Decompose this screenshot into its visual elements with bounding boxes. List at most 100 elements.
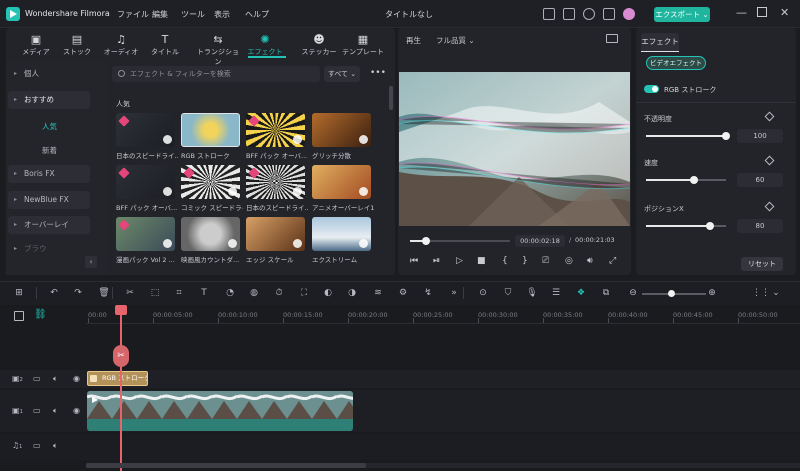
download-icon[interactable]	[228, 187, 237, 196]
effect-thumbnail[interactable]	[181, 217, 240, 251]
sidebar-item-overlay[interactable]: オーバーレイ	[8, 216, 90, 234]
sidebar-item-recommended[interactable]: おすすめ	[8, 91, 90, 109]
link-icon[interactable]: ⛓	[34, 309, 47, 320]
menu-tools[interactable]: ツール	[181, 9, 205, 20]
shield-icon[interactable]: ⛉	[502, 287, 514, 299]
display-icon[interactable]: ⎚	[542, 256, 549, 266]
download-icon[interactable]	[359, 239, 368, 248]
freeze-icon[interactable]: ⛶	[298, 287, 310, 299]
select-icon[interactable]: ⬚	[149, 287, 161, 299]
param-slider[interactable]	[646, 176, 726, 184]
effect-thumbnail[interactable]	[181, 165, 240, 199]
sidebar-item-newblue[interactable]: NewBlue FX	[8, 191, 90, 209]
stabilize-icon[interactable]: ↯	[422, 287, 434, 299]
effect-thumbnail[interactable]	[246, 113, 305, 147]
sidebar-sub-popular[interactable]: 人気	[42, 121, 57, 132]
collapse-sidebar-icon[interactable]: ‹	[85, 256, 97, 268]
delete-icon[interactable]: 🗑︎	[98, 287, 110, 299]
ai-icon[interactable]: ◑	[346, 287, 358, 299]
effect-thumbnail[interactable]	[312, 217, 371, 251]
menu-help[interactable]: ヘルプ	[245, 9, 269, 20]
gift-icon[interactable]	[603, 8, 615, 20]
sidebar-sub-new[interactable]: 新着	[42, 145, 57, 156]
effect-thumbnail[interactable]	[181, 113, 240, 147]
speaker-icon[interactable]: 🔈︎	[53, 441, 58, 451]
filter-dropdown[interactable]: すべて ⌄	[324, 66, 360, 82]
timeline-scroll-thumb[interactable]	[86, 463, 366, 468]
minimize-icon[interactable]: —	[736, 6, 747, 19]
folder-icon[interactable]: ▭	[33, 374, 41, 383]
playhead-handle[interactable]	[115, 305, 127, 315]
speed-icon[interactable]: ◔	[224, 287, 236, 299]
zoom-handle[interactable]	[668, 290, 675, 297]
more-options-icon[interactable]: •••	[370, 68, 386, 78]
add-track-icon[interactable]	[14, 311, 24, 321]
effect-thumbnail[interactable]	[312, 113, 371, 147]
cloud-upload-icon[interactable]	[583, 8, 595, 20]
effect-thumbnail[interactable]	[116, 217, 175, 251]
snap-icon[interactable]: ❖	[575, 287, 587, 299]
chevron-down-icon[interactable]: ⌄	[770, 287, 782, 299]
snapshot-camera-icon[interactable]: ◎	[565, 256, 573, 266]
layout-icon[interactable]: ⊞	[13, 287, 25, 299]
avatar[interactable]	[623, 8, 635, 20]
export-button[interactable]: エクスポート ⌄	[654, 7, 710, 22]
fullscreen-icon[interactable]: ⤢	[609, 256, 616, 266]
tab-sticker[interactable]: ☻ ステッカー	[297, 33, 341, 57]
library-scrollbar[interactable]	[389, 86, 393, 110]
mask-icon[interactable]: ◐	[322, 287, 334, 299]
mark-in-icon[interactable]: {	[502, 256, 508, 266]
param-value-input[interactable]: 80	[737, 219, 783, 233]
settings-icon[interactable]: ⚙︎	[397, 287, 409, 299]
effect-thumbnail[interactable]	[246, 217, 305, 251]
download-icon[interactable]	[293, 239, 302, 248]
close-icon[interactable]: ✕	[780, 6, 789, 19]
tab-media[interactable]: ▣ メディア	[14, 33, 58, 57]
mic-icon[interactable]: 🎙︎	[526, 287, 538, 299]
maximize-icon[interactable]	[757, 7, 767, 17]
video-effect-chip[interactable]: ビデオエフェクト	[646, 56, 706, 70]
eye-icon[interactable]: ◉	[73, 374, 80, 383]
search-input[interactable]: エフェクト & フィルターを検索	[112, 66, 320, 82]
param-slider[interactable]	[646, 132, 730, 140]
eye-icon[interactable]: ◉	[73, 406, 80, 415]
audio-icon[interactable]: ≋	[372, 287, 384, 299]
download-icon[interactable]	[359, 135, 368, 144]
folder-icon[interactable]: ▭	[33, 441, 41, 450]
tab-effects[interactable]: エフェクト	[641, 33, 679, 51]
speaker-icon[interactable]: 🔈︎	[53, 374, 58, 384]
more-tools-icon[interactable]: »	[448, 287, 460, 299]
zoom-out-icon[interactable]: ⊖	[627, 287, 639, 299]
download-icon[interactable]	[163, 239, 172, 248]
play-icon[interactable]: ▷	[456, 256, 463, 266]
effect-thumbnail[interactable]	[116, 165, 175, 199]
crop-icon[interactable]: ⌗	[173, 287, 185, 299]
monitor-icon[interactable]	[543, 8, 555, 20]
stop-icon[interactable]: ■	[477, 256, 486, 266]
effect-thumbnail[interactable]	[116, 113, 175, 147]
download-icon[interactable]	[359, 187, 368, 196]
volume-icon[interactable]: 🔊︎	[587, 256, 593, 266]
sidebar-item-personal[interactable]: 個人	[8, 65, 90, 83]
menu-view[interactable]: 表示	[214, 9, 230, 20]
playback-handle[interactable]	[422, 237, 430, 245]
param-slider-handle[interactable]	[690, 176, 698, 184]
tab-template[interactable]: ▦ テンプレート	[341, 33, 385, 57]
undo-icon[interactable]: ↶	[48, 287, 60, 299]
tab-effects[interactable]: ✺ エフェクト	[243, 33, 287, 57]
menu-file[interactable]: ファイル	[117, 9, 149, 20]
param-slider-handle[interactable]	[706, 222, 714, 230]
split-scissors-icon[interactable]: ✂	[113, 345, 129, 367]
download-icon[interactable]	[293, 187, 302, 196]
speaker-icon[interactable]: 🔈︎	[53, 406, 58, 416]
effect-thumbnail[interactable]	[246, 165, 305, 199]
cut-icon[interactable]: ✂	[124, 287, 136, 299]
param-slider[interactable]	[646, 222, 726, 230]
folder-icon[interactable]: ▭	[33, 406, 41, 415]
timer-icon[interactable]: ⏱︎	[273, 287, 285, 299]
download-icon[interactable]	[228, 239, 237, 248]
param-slider-handle[interactable]	[722, 132, 730, 140]
tab-stock[interactable]: ▤ ストック	[55, 33, 99, 57]
download-icon[interactable]	[163, 187, 172, 196]
color-icon[interactable]: ◍	[248, 287, 260, 299]
